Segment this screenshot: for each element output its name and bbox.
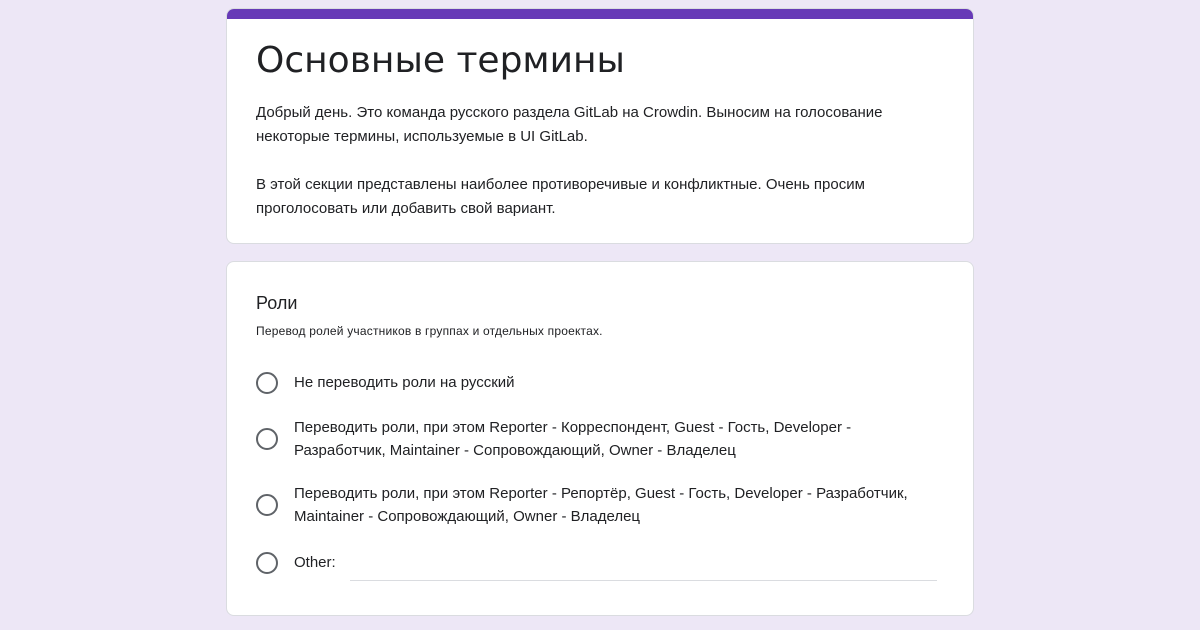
other-label: Other: [294, 554, 336, 571]
form-header-card: Основные термины Добрый день. Это команд… [226, 8, 974, 244]
radio-option-no-translate[interactable]: Не переводить роли на русский [256, 371, 936, 394]
radio-option-translate-reporter[interactable]: Переводить роли, при этом Reporter - Реп… [256, 482, 936, 528]
accent-bar [227, 9, 973, 19]
radio-button[interactable] [256, 371, 278, 394]
other-input[interactable] [349, 556, 937, 581]
form-title: Основные термины [256, 40, 625, 81]
question-description: Перевод ролей участников в группах и отд… [256, 324, 603, 338]
radio-button[interactable] [256, 551, 278, 574]
form-description-paragraph: В этой секции представлены наиболее прот… [256, 176, 865, 217]
radio-option-other[interactable]: Other: [256, 550, 937, 581]
radio-button[interactable] [256, 428, 278, 450]
question-card-roles: Роли Перевод ролей участников в группах … [226, 261, 974, 616]
form-page: Основные термины Добрый день. Это команд… [0, 0, 1200, 630]
option-label: Переводить роли, при этом Reporter - Реп… [294, 485, 908, 525]
radio-option-translate-correspondent[interactable]: Переводить роли, при этом Reporter - Кор… [256, 416, 936, 462]
question-title: Роли [256, 293, 298, 313]
option-label: Переводить роли, при этом Reporter - Кор… [294, 419, 852, 459]
option-label: Не переводить роли на русский [294, 374, 515, 391]
form-description: Добрый день. Это команда русского раздел… [256, 101, 946, 221]
radio-button[interactable] [256, 494, 278, 516]
form-description-paragraph: Добрый день. Это команда русского раздел… [256, 104, 883, 145]
